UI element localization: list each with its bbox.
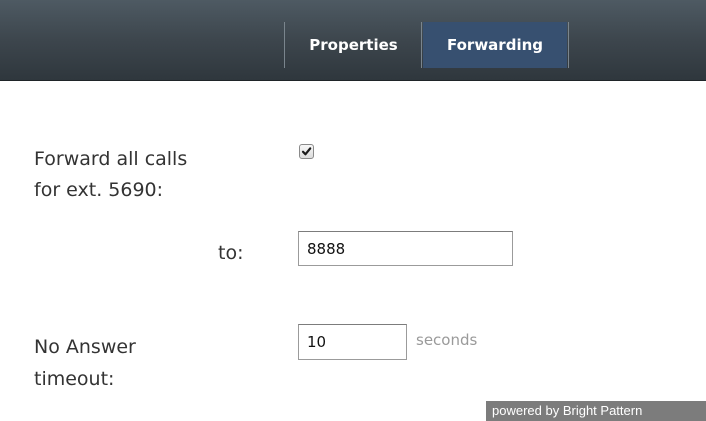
no-answer-label-line1: No Answer — [34, 336, 136, 358]
forward-all-label-line1: Forward all calls — [34, 148, 188, 170]
powered-by-footer: powered by Bright Pattern — [486, 401, 706, 421]
tab-divider — [568, 22, 569, 68]
timeout-unit-label: seconds — [416, 331, 478, 349]
tab-forwarding[interactable]: Forwarding — [423, 22, 567, 68]
checkmark-icon — [301, 147, 312, 156]
tab-bar: Properties Forwarding — [0, 0, 706, 81]
forward-all-checkbox[interactable] — [299, 144, 314, 159]
tab-divider — [421, 22, 422, 68]
forward-to-label: to: — [218, 242, 244, 264]
forward-all-label-line2: for ext. 5690: — [34, 179, 164, 201]
no-answer-timeout-input[interactable] — [298, 324, 407, 360]
no-answer-label-line2: timeout: — [34, 368, 115, 390]
forward-to-input[interactable] — [298, 231, 513, 266]
tab-properties[interactable]: Properties — [288, 22, 419, 68]
tab-divider — [284, 22, 285, 68]
forwarding-panel: Properties Forwarding Forward all calls … — [0, 0, 706, 421]
